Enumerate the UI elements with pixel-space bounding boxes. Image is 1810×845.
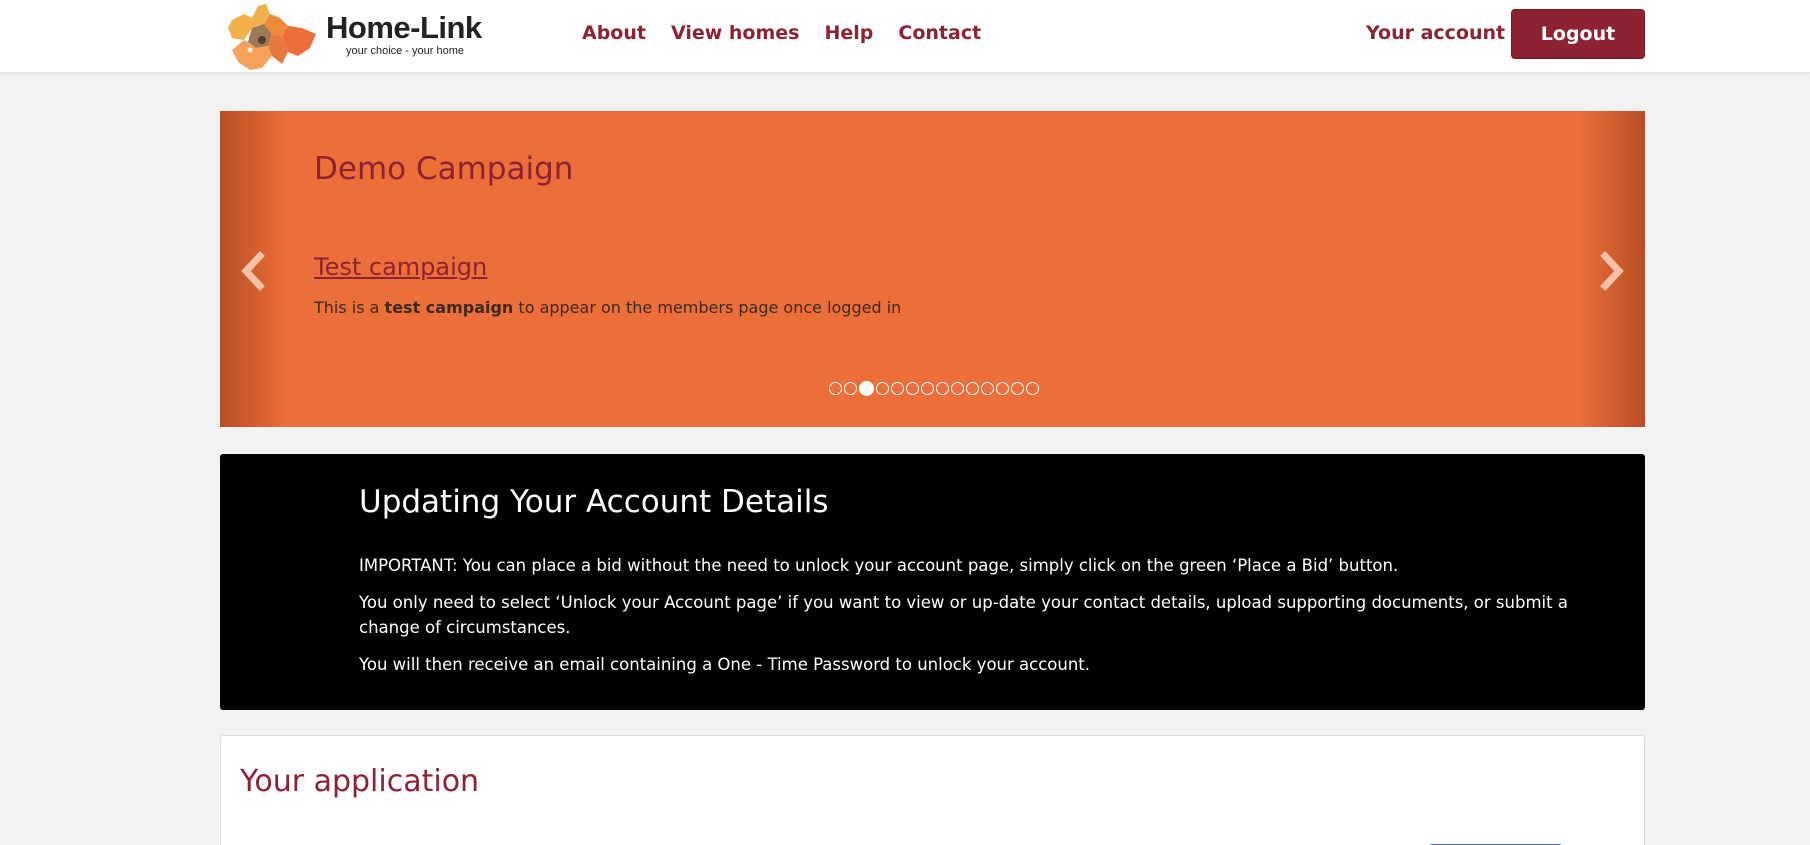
carousel-dot[interactable]: [966, 382, 979, 395]
main-nav: About View homes Help Contact: [582, 20, 981, 46]
carousel-dot[interactable]: [936, 382, 949, 395]
campaign-description: This is a test campaign to appear on the…: [314, 298, 901, 317]
chevron-left-icon[interactable]: [238, 251, 268, 291]
application-panel: Your application: [220, 735, 1645, 845]
logout-button[interactable]: Logout: [1511, 9, 1645, 59]
carousel-dot[interactable]: [1011, 382, 1024, 395]
logo-tagline: your choice - your home: [346, 44, 464, 57]
desc-text-before: This is a: [314, 298, 385, 317]
campaign-carousel: Demo Campaign Test campaign This is a te…: [220, 111, 1645, 427]
carousel-dot[interactable]: [951, 382, 964, 395]
campaign-link[interactable]: Test campaign: [314, 253, 487, 281]
desc-text-bold: test campaign: [384, 298, 514, 317]
notice-paragraph-otp: You will then receive an email containin…: [359, 655, 1091, 674]
campaign-heading: Demo Campaign: [314, 151, 574, 187]
carousel-dot[interactable]: [1026, 382, 1039, 395]
home-link-logo[interactable]: Home-Link your choice - your home: [222, 0, 492, 72]
logo-name: Home-Link: [326, 9, 482, 45]
notice-title: Updating Your Account Details: [359, 484, 829, 520]
chevron-right-icon[interactable]: [1597, 251, 1627, 291]
your-account-link[interactable]: Your account: [1366, 20, 1505, 46]
nav-about[interactable]: About: [582, 20, 646, 46]
carousel-dot[interactable]: [876, 382, 889, 395]
carousel-dot[interactable]: [981, 382, 994, 395]
nav-help[interactable]: Help: [824, 20, 873, 46]
carousel-dot[interactable]: [891, 382, 904, 395]
notice-paragraph-important: IMPORTANT: You can place a bid without t…: [359, 556, 1399, 575]
desc-text-after: to appear on the members page once logge…: [513, 298, 902, 317]
carousel-indicators: [829, 381, 1039, 396]
nav-view-homes[interactable]: View homes: [671, 20, 800, 46]
application-title: Your application: [240, 764, 480, 799]
carousel-dot[interactable]: [859, 381, 874, 396]
account-info-notice: Updating Your Account Details IMPORTANT:…: [220, 454, 1645, 710]
map-logo-icon: [222, 0, 322, 72]
carousel-dot[interactable]: [844, 382, 857, 395]
site-header: Home-Link your choice - your home About …: [0, 0, 1810, 73]
carousel-dot[interactable]: [996, 382, 1009, 395]
carousel-dot[interactable]: [921, 382, 934, 395]
notice-paragraph-unlock: You only need to select ‘Unlock your Acc…: [359, 593, 1568, 637]
carousel-dot[interactable]: [906, 382, 919, 395]
nav-contact[interactable]: Contact: [898, 20, 981, 46]
carousel-dot[interactable]: [829, 382, 842, 395]
